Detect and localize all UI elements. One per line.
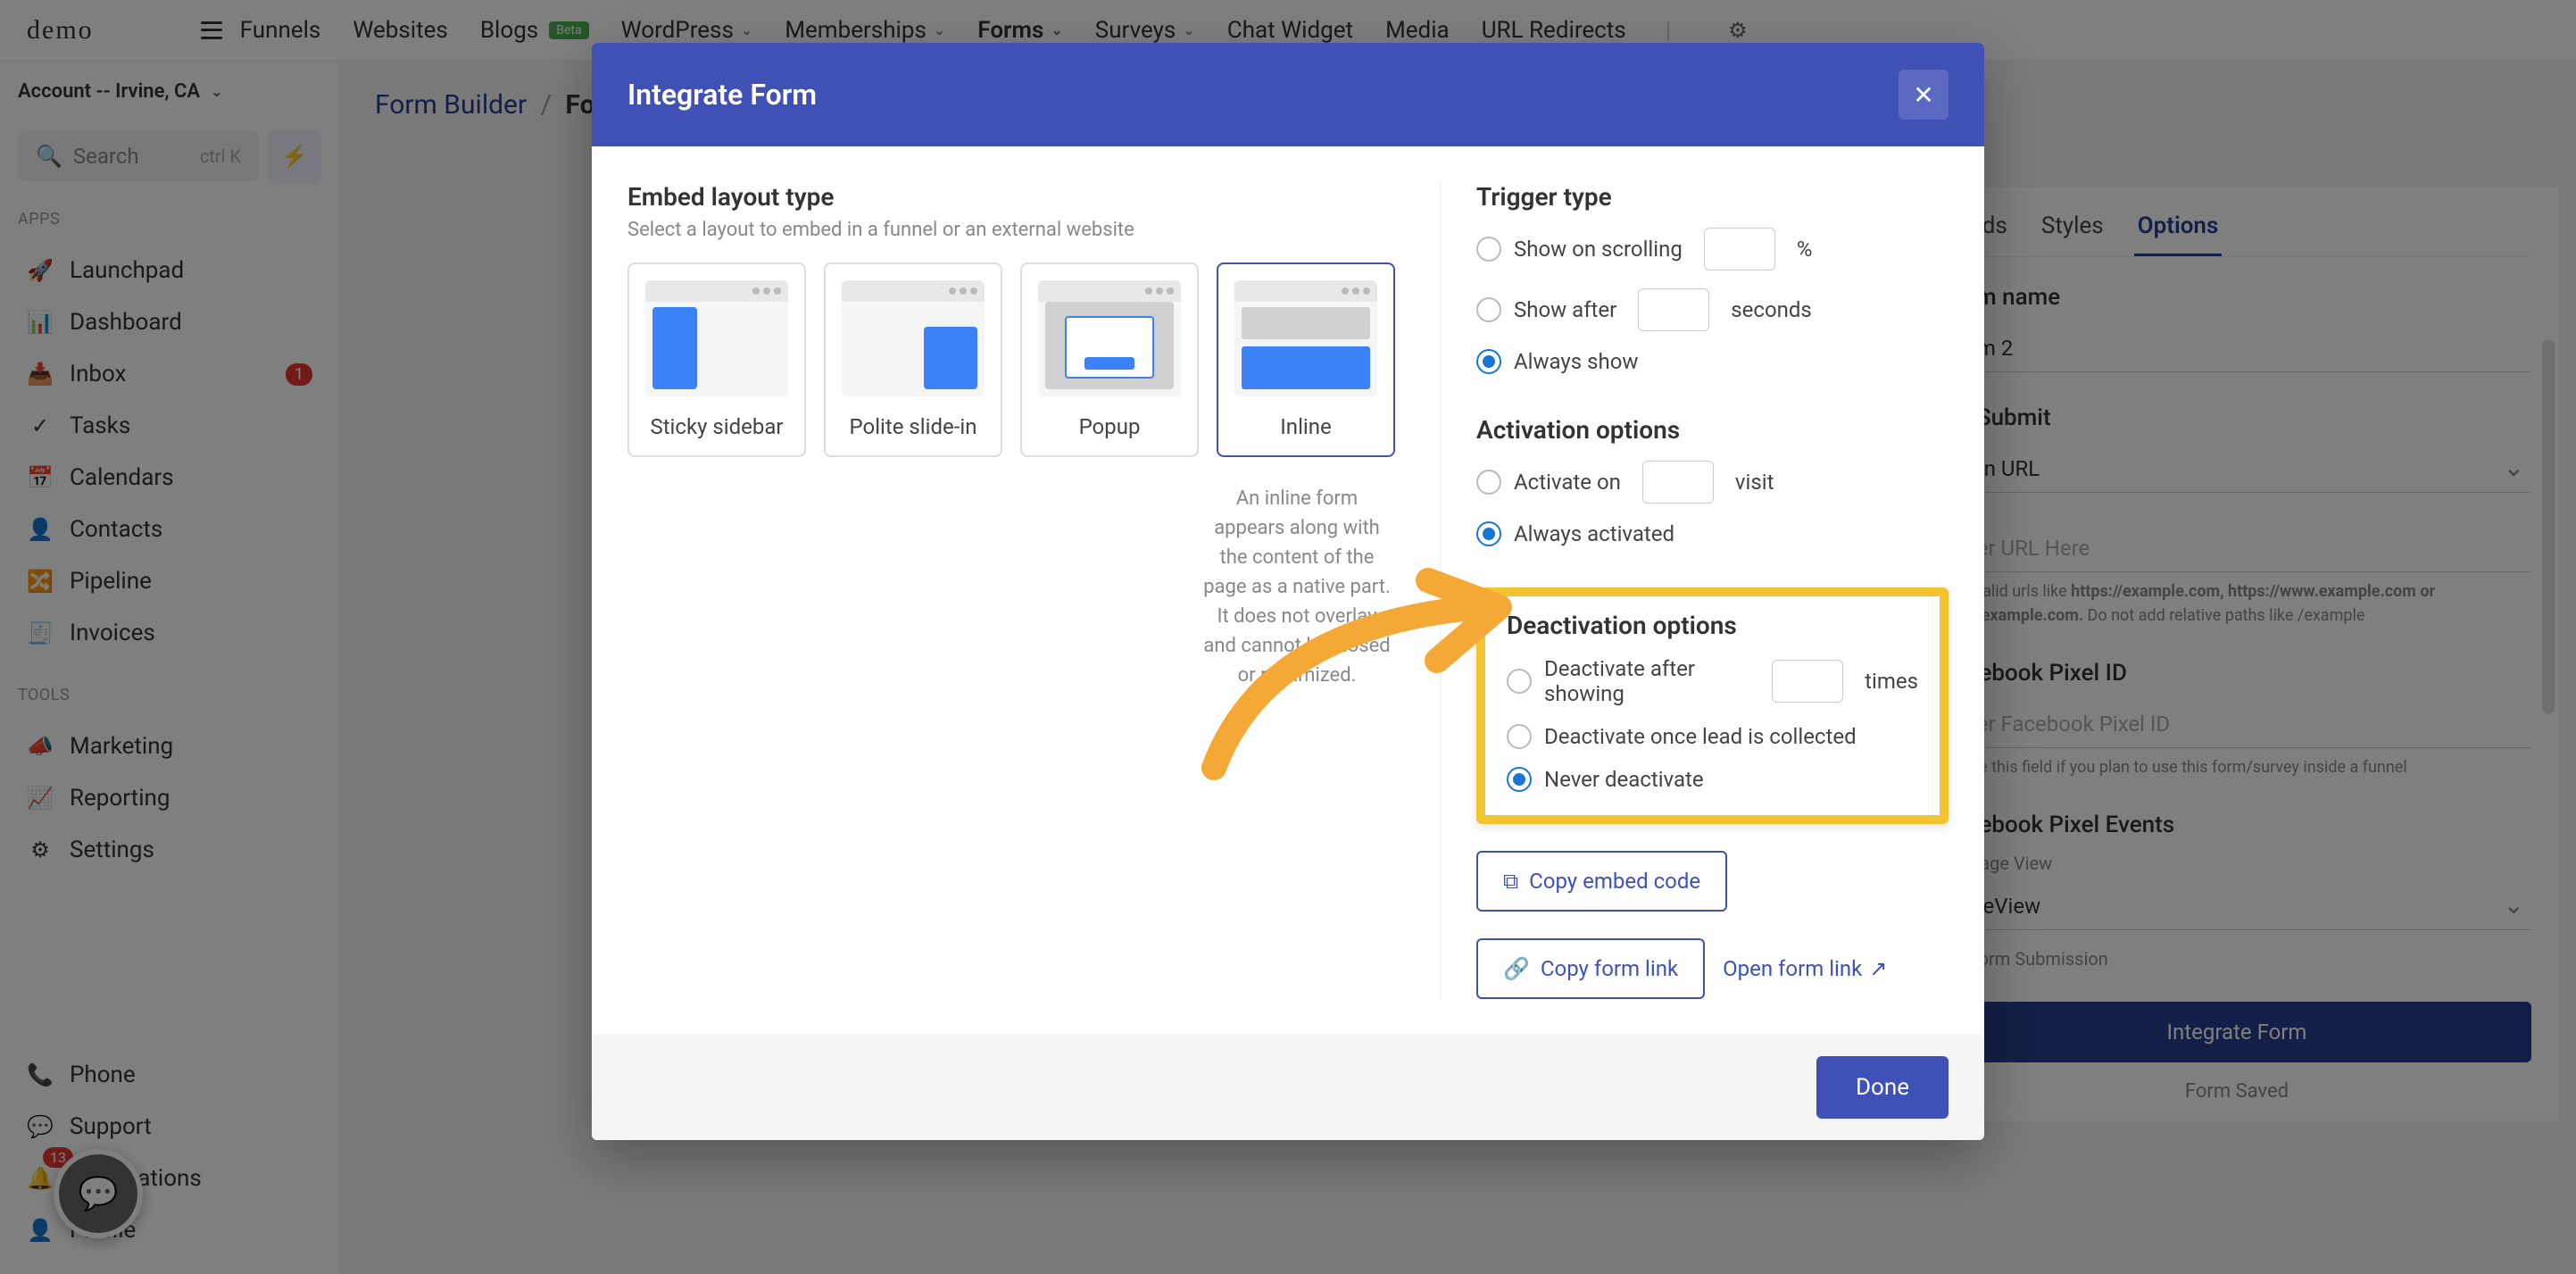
layout-slide-label: Polite slide-in xyxy=(842,414,985,439)
radio-activate-on[interactable]: Activate on visit xyxy=(1476,452,1949,512)
radio-icon[interactable] xyxy=(1507,767,1532,792)
modal-title: Integrate Form xyxy=(627,78,817,112)
embed-layout-heading: Embed layout type xyxy=(627,182,1395,212)
radio-show-scrolling[interactable]: Show on scrolling % xyxy=(1476,219,1949,279)
activate-visit-input[interactable] xyxy=(1642,461,1714,504)
radio-icon[interactable] xyxy=(1476,470,1501,495)
copy-form-link-button[interactable]: 🔗 Copy form link xyxy=(1476,938,1705,999)
radio-icon[interactable] xyxy=(1507,669,1532,694)
radio-icon[interactable] xyxy=(1476,521,1501,546)
radio-always-show[interactable]: Always show xyxy=(1476,340,1949,383)
deactivation-highlight: Deactivation options Deactivate after sh… xyxy=(1476,587,1949,824)
layout-popup[interactable]: Popup xyxy=(1020,262,1199,457)
embed-layout-desc: Select a layout to embed in a funnel or … xyxy=(627,219,1395,241)
deactivation-heading: Deactivation options xyxy=(1507,611,1918,640)
layout-sticky-sidebar[interactable]: Sticky sidebar xyxy=(627,262,806,457)
radio-deactivate-after[interactable]: Deactivate after showing times xyxy=(1507,647,1918,715)
scroll-percent-input[interactable] xyxy=(1704,228,1775,271)
modal-overlay: Integrate Form ✕ Embed layout type Selec… xyxy=(0,0,2576,1274)
external-link-icon: ↗ xyxy=(1869,956,1887,981)
radio-icon[interactable] xyxy=(1476,297,1501,322)
open-form-link[interactable]: Open form link ↗ xyxy=(1723,956,1887,981)
deactivate-times-input[interactable] xyxy=(1772,660,1843,703)
radio-deactivate-lead[interactable]: Deactivate once lead is collected xyxy=(1507,715,1918,758)
radio-always-activated[interactable]: Always activated xyxy=(1476,512,1949,555)
layout-inline[interactable]: Inline xyxy=(1217,262,1395,457)
done-button[interactable]: Done xyxy=(1816,1056,1949,1119)
inline-layout-desc: An inline form appears along with the co… xyxy=(1199,484,1395,690)
layout-popup-label: Popup xyxy=(1038,414,1181,439)
integrate-form-modal: Integrate Form ✕ Embed layout type Selec… xyxy=(592,43,1984,1140)
radio-icon[interactable] xyxy=(1507,724,1532,749)
modal-footer: Done xyxy=(592,1035,1984,1140)
close-icon[interactable]: ✕ xyxy=(1899,70,1949,120)
activation-heading: Activation options xyxy=(1476,415,1949,445)
trigger-type-heading: Trigger type xyxy=(1476,182,1949,212)
copy-icon: ⧉ xyxy=(1503,869,1518,894)
modal-header: Integrate Form ✕ xyxy=(592,43,1984,146)
show-after-seconds-input[interactable] xyxy=(1638,288,1709,331)
radio-icon[interactable] xyxy=(1476,237,1501,262)
radio-never-deactivate[interactable]: Never deactivate xyxy=(1507,758,1918,801)
radio-show-after[interactable]: Show after seconds xyxy=(1476,279,1949,340)
copy-embed-button[interactable]: ⧉ Copy embed code xyxy=(1476,851,1727,912)
layout-sticky-label: Sticky sidebar xyxy=(645,414,788,439)
radio-icon[interactable] xyxy=(1476,349,1501,374)
layout-inline-label: Inline xyxy=(1234,414,1377,439)
link-icon: 🔗 xyxy=(1503,956,1530,981)
layout-polite-slide[interactable]: Polite slide-in xyxy=(824,262,1002,457)
